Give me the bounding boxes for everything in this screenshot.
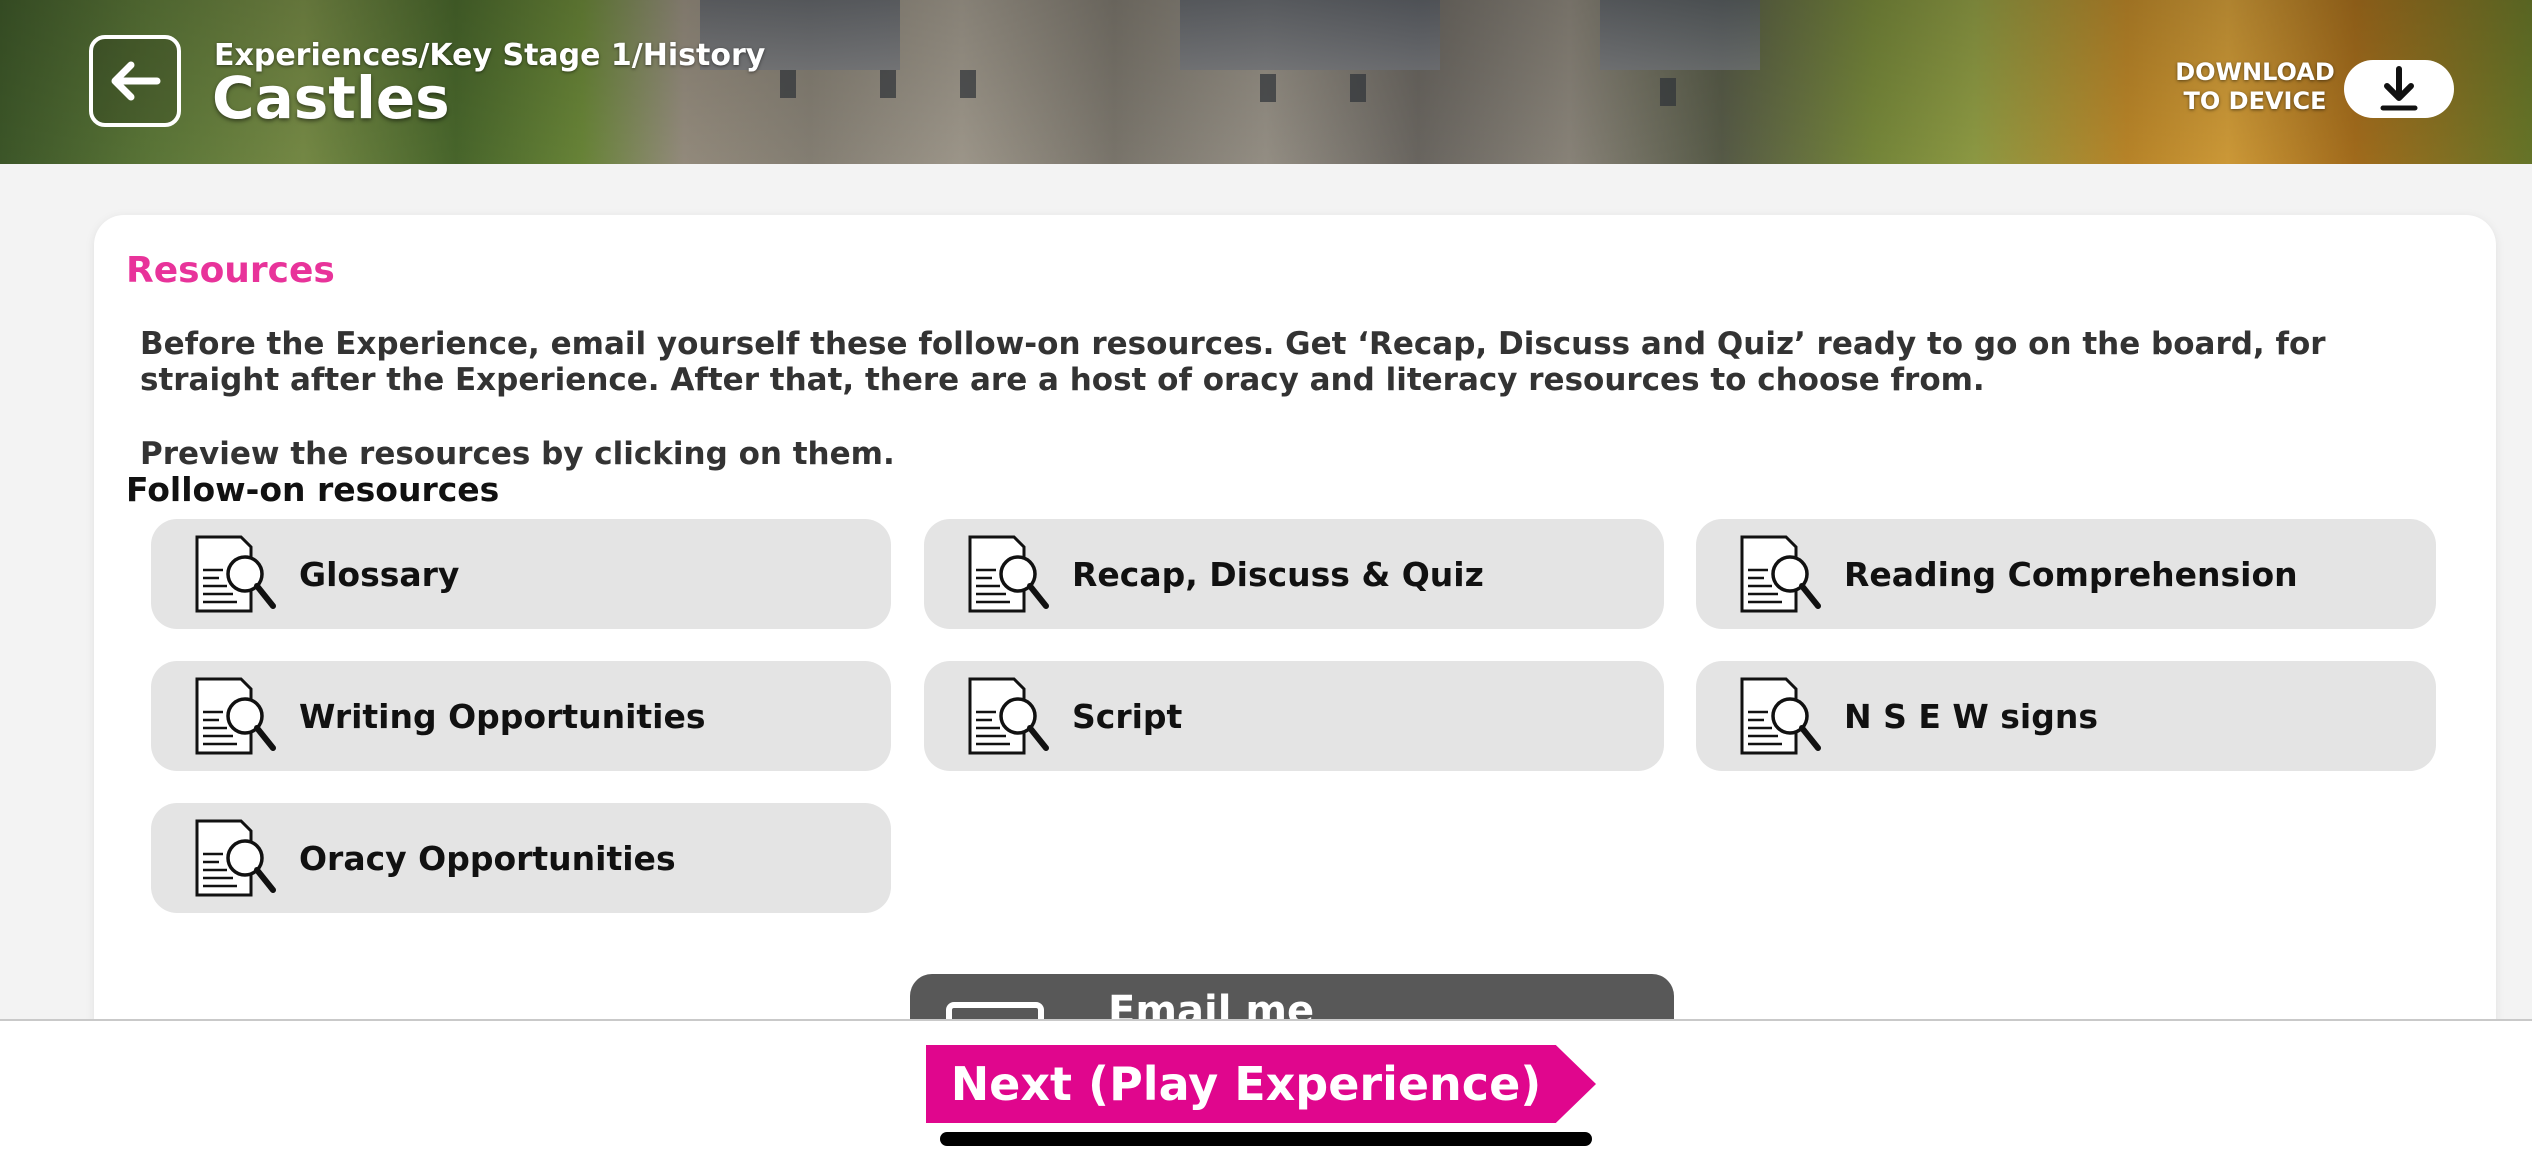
document-search-icon xyxy=(1740,535,1821,613)
section-title: Resources xyxy=(126,250,335,291)
arrow-left-icon xyxy=(111,61,161,101)
header-banner: Experiences/Key Stage 1/History Castles … xyxy=(0,0,2532,164)
download-button[interactable] xyxy=(2344,60,2454,118)
document-search-icon xyxy=(195,819,276,897)
document-search-icon xyxy=(195,535,276,613)
next-button-label: Next (Play Experience) xyxy=(950,1057,1542,1111)
follow-on-heading: Follow-on resources xyxy=(126,470,500,509)
banner-decor xyxy=(1350,74,1366,102)
download-label-line1: DOWNLOAD xyxy=(2175,58,2335,86)
back-button[interactable] xyxy=(89,35,181,127)
banner-decor xyxy=(780,70,796,98)
tile-label: Reading Comprehension xyxy=(1844,554,2298,594)
document-search-icon xyxy=(195,677,276,755)
document-search-icon xyxy=(1740,677,1821,755)
tile-label: Writing Opportunities xyxy=(299,696,706,736)
download-label-line2: TO DEVICE xyxy=(2183,87,2327,115)
tile-label: Script xyxy=(1072,696,1183,736)
page-title: Castles xyxy=(212,64,450,132)
banner-decor xyxy=(1600,0,1760,70)
banner-decor xyxy=(1660,78,1676,106)
download-icon xyxy=(2380,66,2418,111)
resource-tile-script[interactable]: Script xyxy=(924,661,1664,771)
download-label: DOWNLOAD TO DEVICE xyxy=(2170,58,2340,116)
tile-label: Recap, Discuss & Quiz xyxy=(1072,554,1484,594)
page: Experiences/Key Stage 1/History Castles … xyxy=(0,0,2532,1170)
resource-tile-glossary[interactable]: Glossary xyxy=(151,519,891,629)
banner-decor xyxy=(960,70,976,98)
document-search-icon xyxy=(968,535,1049,613)
resource-tile-nsew-signs[interactable]: N S E W signs xyxy=(1696,661,2436,771)
banner-decor xyxy=(1180,0,1440,70)
tile-label: Oracy Opportunities xyxy=(299,838,676,878)
home-indicator xyxy=(940,1132,1592,1146)
resource-tile-reading-comprehension[interactable]: Reading Comprehension xyxy=(1696,519,2436,629)
intro-text: Before the Experience, email yourself th… xyxy=(140,326,2326,398)
resource-tile-recap-discuss-quiz[interactable]: Recap, Discuss & Quiz xyxy=(924,519,1664,629)
next-play-experience-button[interactable]: Next (Play Experience) xyxy=(926,1045,1596,1123)
preview-hint: Preview the resources by clicking on the… xyxy=(140,436,895,472)
document-search-icon xyxy=(968,677,1049,755)
resource-tile-writing-opportunities[interactable]: Writing Opportunities xyxy=(151,661,891,771)
banner-decor xyxy=(880,70,896,98)
resource-tile-oracy-opportunities[interactable]: Oracy Opportunities xyxy=(151,803,891,913)
tile-label: N S E W signs xyxy=(1844,696,2098,736)
banner-decor xyxy=(1260,74,1276,102)
tile-label: Glossary xyxy=(299,554,460,594)
